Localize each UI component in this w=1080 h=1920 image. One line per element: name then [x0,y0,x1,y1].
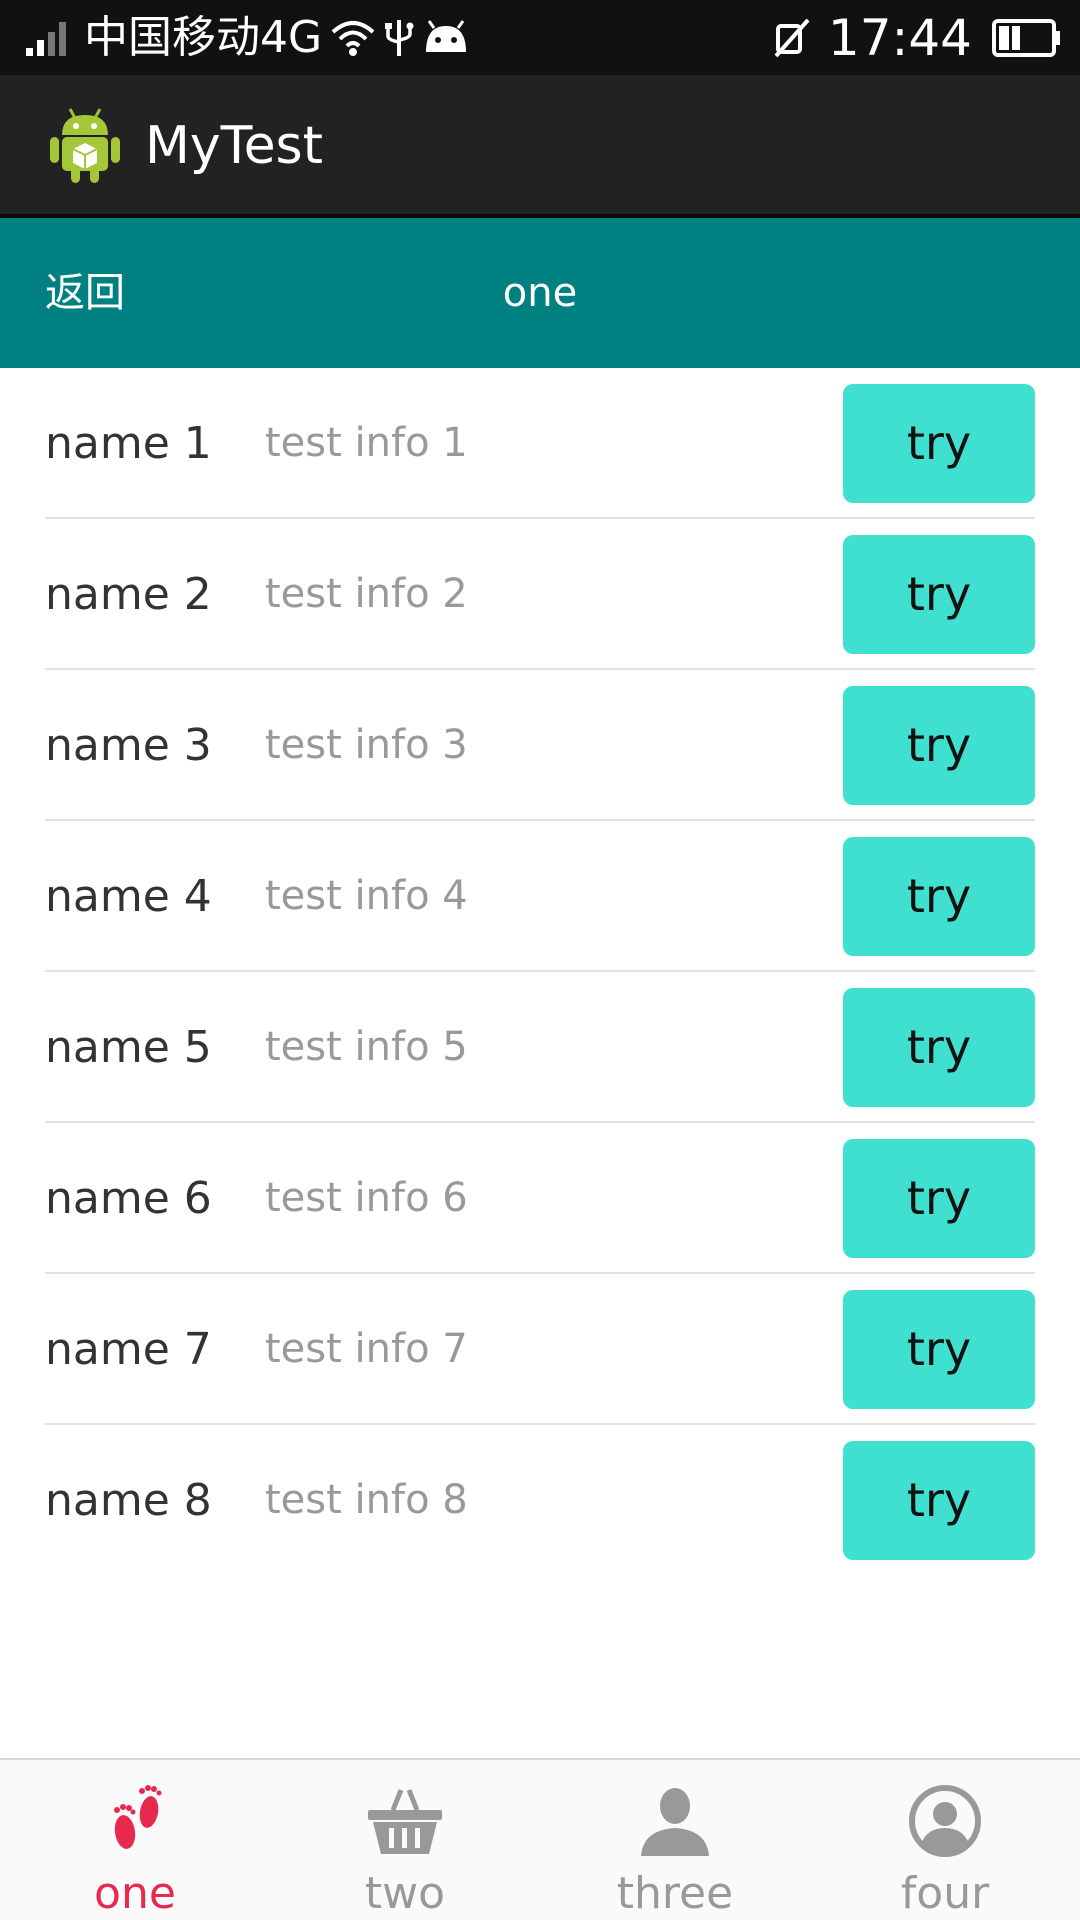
usb-icon [384,18,414,58]
item-list: name 1 test info 1 try name 2 test info … [0,368,1080,1576]
list-item: name 3 test info 3 try [0,670,1080,821]
footprints-icon [95,1782,175,1860]
item-info: test info 2 [265,571,468,617]
try-button[interactable]: try [843,1290,1035,1409]
item-name: name 8 [45,1475,212,1526]
status-left: 中国移动4G [18,0,470,75]
try-button[interactable]: try [843,384,1035,503]
android-debug-icon [422,19,470,56]
item-name: name 6 [45,1173,212,1224]
tab-one[interactable]: one [0,1760,270,1920]
action-bar: MyTest [0,75,1080,218]
list-item: name 8 test info 8 try [0,1425,1080,1576]
title-bar: one 返回 [0,218,1080,368]
list-item: name 4 test info 4 try [0,821,1080,972]
item-name: name 5 [45,1022,212,1073]
signal-icon [26,20,70,56]
try-button[interactable]: try [843,988,1035,1107]
list-item: name 6 test info 6 try [0,1123,1080,1274]
status-bar: 中国移动4G 17:44 [0,0,1080,75]
item-name: name 1 [45,418,212,469]
item-name: name 3 [45,720,212,771]
item-name: name 4 [45,871,212,922]
item-info: test info 6 [265,1175,468,1221]
item-name: name 7 [45,1324,212,1375]
mute-icon [770,16,814,60]
item-name: name 2 [45,569,212,620]
try-button[interactable]: try [843,535,1035,654]
try-button[interactable]: try [843,1139,1035,1258]
carrier-label: 中国移动4G [84,12,323,63]
tab-four[interactable]: four [810,1760,1080,1920]
tab-three[interactable]: three [540,1760,810,1920]
android-app-icon [48,105,122,185]
try-button[interactable]: try [843,686,1035,805]
status-time: 17:44 [827,8,972,67]
back-button[interactable]: 返回 [45,218,125,368]
tab-label: three [616,1868,734,1919]
app-title: MyTest [145,116,324,176]
basket-icon [365,1782,445,1860]
item-info: test info 5 [265,1024,468,1070]
item-info: test info 1 [265,420,468,466]
list-item: name 7 test info 7 try [0,1274,1080,1425]
bottom-nav: one two three four [0,1758,1080,1920]
list-item: name 1 test info 1 try [0,368,1080,519]
try-button[interactable]: try [843,837,1035,956]
item-info: test info 3 [265,722,468,768]
list-item: name 2 test info 2 try [0,519,1080,670]
try-button[interactable]: try [843,1441,1035,1560]
tab-label: one [94,1868,176,1919]
battery-icon [992,18,1062,58]
tab-two[interactable]: two [270,1760,540,1920]
item-info: test info 8 [265,1477,468,1523]
status-right: 17:44 [762,0,1062,75]
user-circle-icon [905,1782,985,1860]
tab-label: two [364,1868,446,1919]
item-info: test info 7 [265,1326,468,1372]
tab-label: four [900,1868,990,1919]
wifi-icon [330,18,376,58]
page-title: one [502,270,578,316]
item-info: test info 4 [265,873,468,919]
person-icon [635,1782,715,1860]
list-item: name 5 test info 5 try [0,972,1080,1123]
